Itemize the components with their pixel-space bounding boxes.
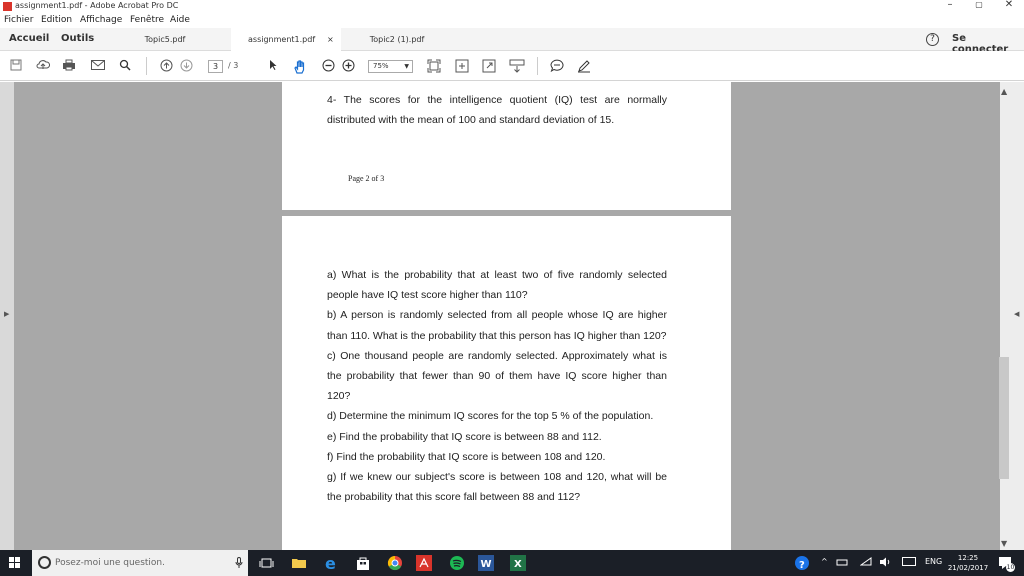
expand-view-icon[interactable] [482,59,496,73]
system-clock[interactable]: 12:25 21/02/2017 [945,553,991,573]
upload-cloud-icon[interactable] [36,59,51,73]
toolbar-divider [537,57,538,75]
previous-page-icon[interactable] [159,59,173,73]
tab-assignment1[interactable]: assignment1.pdf [231,28,341,51]
menu-fichier[interactable]: Fichier [4,15,33,25]
question-item-f: f) Find the probability that IQ score is… [327,450,606,463]
help-icon[interactable]: ? [926,33,939,46]
select-arrow-icon[interactable] [266,59,280,73]
title-bar: assignment1.pdf - Adobe Acrobat Pro DC –… [0,0,1024,13]
right-pane [1000,82,1024,550]
fit-page-icon[interactable] [427,59,441,73]
network-device-icon[interactable] [836,557,848,569]
expand-right-pane-icon[interactable]: ◀ [1014,310,1019,318]
menu-edition[interactable]: Edition [41,15,72,25]
word-icon[interactable]: W [478,555,494,571]
search-icon[interactable] [118,59,132,73]
clock-time: 12:25 [957,554,979,562]
wifi-icon[interactable] [859,557,872,569]
spotify-icon[interactable] [448,554,466,572]
zoom-out-icon[interactable] [321,59,335,73]
question-item-c: c) One thousand people are randomly sele… [327,349,667,403]
acrobat-taskbar-icon[interactable] [416,555,432,571]
task-view-icon[interactable] [258,554,276,572]
tab-topic2[interactable]: Topic2 (1).pdf [341,28,453,51]
svg-text:X: X [514,559,522,570]
expand-left-pane-icon[interactable]: ▶ [4,310,9,318]
close-window-button[interactable]: ✕ [994,0,1024,12]
help-tray-icon[interactable]: ? [795,556,809,571]
store-icon[interactable] [354,554,372,572]
minimize-button[interactable]: – [935,0,965,12]
svg-text:W: W [481,559,492,570]
email-icon[interactable] [91,59,105,73]
keyboard-icon[interactable] [902,557,916,568]
edge-browser-icon[interactable]: e [322,554,340,573]
chrome-icon[interactable] [386,554,404,572]
scroll-down-icon[interactable]: ▼ [1001,539,1007,548]
question-4-text: 4- The scores for the intelligence quoti… [327,94,667,127]
pdf-page-3: a) What is the probability that at least… [282,216,731,550]
left-navigation-pane[interactable]: ▶ [0,82,14,550]
show-hidden-icons-icon[interactable]: ^ [821,557,828,566]
document-viewport[interactable]: ▶ 4- The scores for the intelligence quo… [0,82,1024,550]
maximize-button[interactable]: ▢ [964,0,994,13]
save-icon[interactable] [9,59,23,73]
menu-fenetre[interactable]: Fenêtre [130,15,164,25]
question-item-a: a) What is the probability that at least… [327,269,667,302]
tab-label: assignment1.pdf [248,35,316,44]
language-indicator[interactable]: ENG [925,557,942,566]
cortana-icon [38,556,51,569]
windows-start-icon[interactable] [9,557,21,569]
clock-date: 21/02/2017 [947,564,989,572]
action-center-icon[interactable]: 10 [997,555,1015,572]
close-tab-icon[interactable]: × [327,35,334,44]
draw-pen-icon[interactable] [577,59,591,73]
page-total: / 3 [228,61,239,70]
file-explorer-icon[interactable] [290,554,308,572]
volume-icon[interactable] [879,557,891,569]
toolbar: 3 / 3 75% ▼ [0,51,1024,81]
tab-home[interactable]: Accueil [9,33,49,44]
question-list: a) What is the probability that at least… [327,265,667,507]
toolbar-divider [146,57,147,75]
next-page-icon[interactable] [179,59,193,73]
acrobat-app-icon [3,2,12,11]
zoom-level-select[interactable]: 75% ▼ [368,60,413,73]
excel-icon[interactable]: X [510,555,526,571]
full-screen-icon[interactable] [455,59,469,73]
menu-bar: Fichier Edition Affichage Fenêtre Aide [0,13,1024,27]
zoom-in-icon[interactable] [341,59,355,73]
question-item-d: d) Determine the minimum IQ scores for t… [327,410,654,423]
vertical-scrollbar-thumb[interactable] [999,357,1009,479]
microphone-icon[interactable] [235,557,243,572]
page-number-input[interactable]: 3 [208,60,223,73]
search-placeholder: Posez-moi une question. [55,558,165,568]
question-item-e: e) Find the probability that IQ score is… [327,430,602,443]
comment-icon[interactable] [550,59,564,73]
tab-tools[interactable]: Outils [61,33,94,44]
hand-tool-icon[interactable] [292,59,306,74]
cortana-search-box[interactable]: Posez-moi une question. [32,550,248,576]
scroll-up-icon[interactable]: ▲ [1001,87,1007,96]
svg-text:e: e [325,554,336,572]
page-footer: Page 2 of 3 [348,174,385,183]
scroll-mode-icon[interactable] [509,59,525,73]
tab-bar: Accueil Outils Topic5.pdf assignment1.pd… [0,28,1024,51]
print-icon[interactable] [62,59,76,73]
chevron-down-icon: ▼ [404,63,409,70]
menu-aide[interactable]: Aide [170,15,190,25]
svg-text:?: ? [799,560,805,571]
window-title: assignment1.pdf - Adobe Acrobat Pro DC [15,1,179,10]
menu-affichage[interactable]: Affichage [80,15,122,25]
question-item-b: b) A person is randomly selected from al… [327,309,667,342]
zoom-value: 75% [373,62,389,70]
windows-taskbar: Posez-moi une question. e W X ? ^ ENG 12… [0,550,1024,576]
pdf-page-2: 4- The scores for the intelligence quoti… [282,82,731,210]
question-item-g: g) If we knew our subject's score is bet… [327,471,667,504]
tab-topic5[interactable]: Topic5.pdf [112,28,218,51]
notification-count: 10 [1006,563,1015,572]
